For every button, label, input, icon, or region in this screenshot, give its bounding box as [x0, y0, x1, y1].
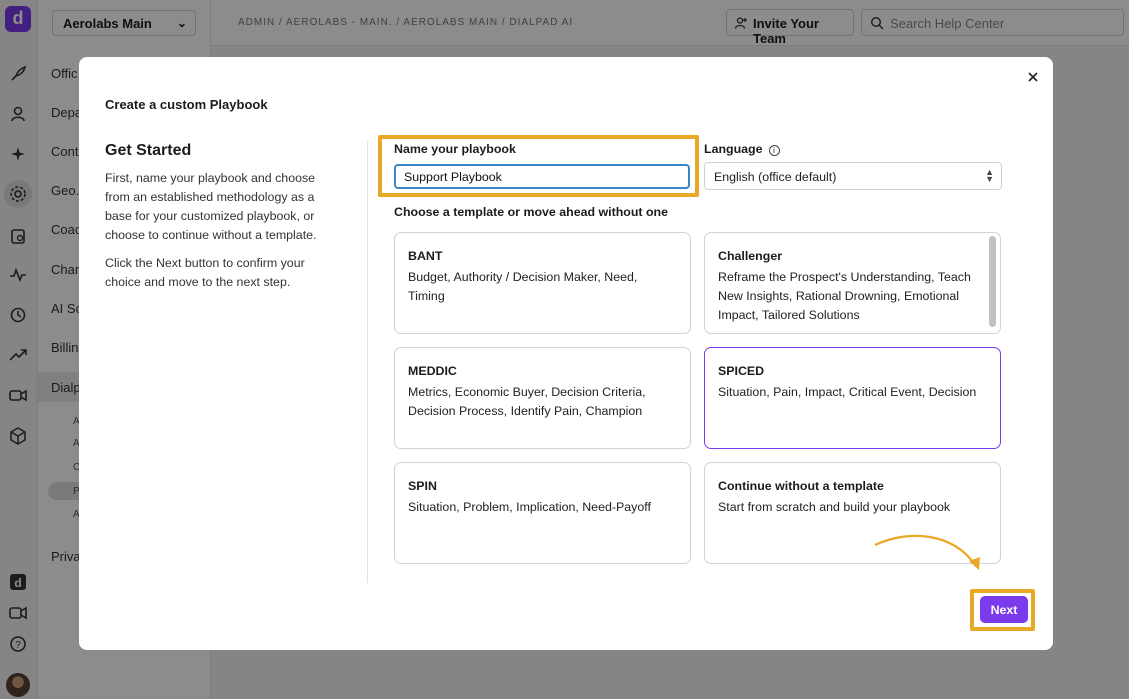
language-label: Language i	[704, 142, 780, 156]
template-title: Continue without a template	[718, 479, 884, 493]
template-title: BANT	[408, 249, 443, 263]
modal-title: Create a custom Playbook	[105, 97, 268, 112]
template-description: Situation, Problem, Implication, Need-Pa…	[408, 500, 651, 514]
template-card-spin[interactable]: SPIN Situation, Problem, Implication, Ne…	[394, 462, 691, 564]
template-title: MEDDIC	[408, 364, 457, 378]
template-description: Budget, Authority / Decision Maker, Need…	[408, 270, 638, 303]
next-instructions: Click the Next button to confirm your ch…	[105, 256, 305, 289]
template-title: Challenger	[718, 249, 783, 263]
template-card-meddic[interactable]: MEDDIC Metrics, Economic Buyer, Decision…	[394, 347, 691, 449]
template-title: SPICED	[718, 364, 765, 378]
info-icon[interactable]: i	[768, 145, 780, 156]
get-started-heading: Get Started	[105, 142, 192, 159]
template-card-spiced[interactable]: SPICED Situation, Pain, Impact, Critical…	[704, 347, 1001, 449]
template-title: SPIN	[408, 479, 437, 493]
template-description: Reframe the Prospect's Understanding, Te…	[718, 270, 971, 322]
language-label-text: Language	[704, 142, 763, 156]
create-playbook-modal: Create a custom Playbook Get Started Fir…	[79, 57, 1053, 650]
intro-panel: Get Started First, name your playbook an…	[105, 142, 325, 301]
intro-paragraph: First, name your playbook and choose fro…	[105, 171, 317, 242]
language-select[interactable]: English (office default) ▲ ▼	[704, 162, 1002, 190]
template-card-bant[interactable]: BANT Budget, Authority / Decision Maker,…	[394, 232, 691, 334]
name-field-highlight	[378, 135, 699, 197]
template-description: Situation, Pain, Impact, Critical Event,…	[718, 385, 977, 399]
template-description: Metrics, Economic Buyer, Decision Criter…	[408, 385, 646, 418]
divider	[367, 141, 368, 583]
card-scrollbar[interactable]	[989, 236, 996, 327]
select-arrows-icon: ▲ ▼	[985, 167, 994, 184]
language-select-value: English (office default)	[714, 170, 837, 184]
template-card-challenger[interactable]: Challenger Reframe the Prospect's Unders…	[704, 232, 1001, 334]
close-icon[interactable]	[1025, 69, 1041, 85]
annotation-arrow-icon	[874, 534, 980, 570]
next-button-highlight	[970, 589, 1035, 631]
template-description: Start from scratch and build your playbo…	[718, 500, 951, 514]
template-heading: Choose a template or move ahead without …	[394, 205, 669, 219]
